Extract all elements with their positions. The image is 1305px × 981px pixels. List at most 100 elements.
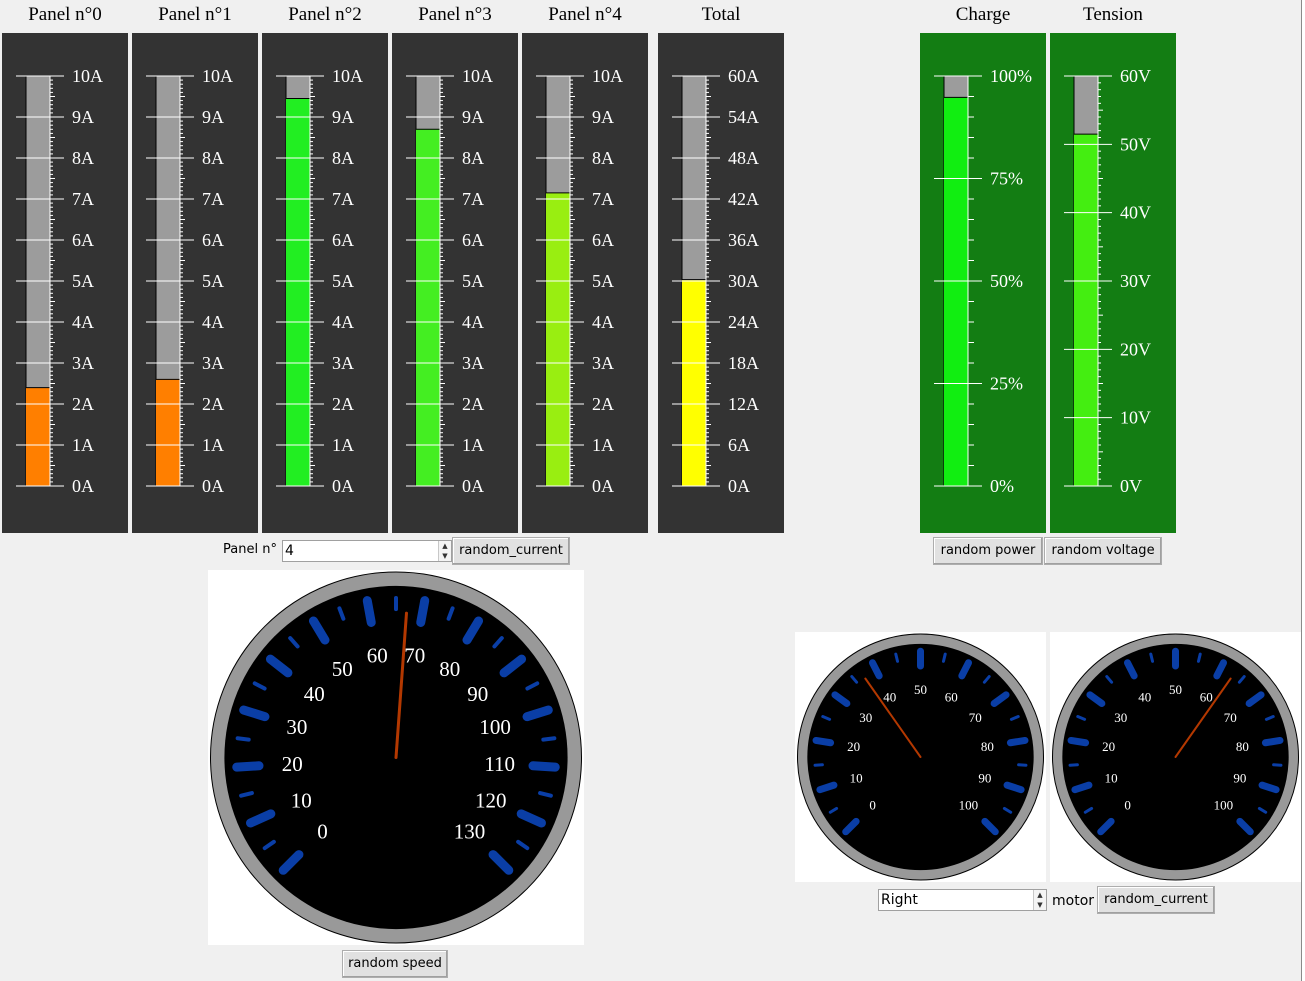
gauge-tick-label: 30V: [1120, 271, 1151, 291]
dial-minor-tick: [1196, 652, 1202, 663]
dial-minor-tick: [235, 736, 251, 742]
dial-tick-label: 30: [1114, 710, 1127, 725]
gauge-tick-label: 6A: [332, 230, 354, 250]
dial-major-tick: [362, 596, 376, 627]
gauge-tick-label: 10A: [462, 66, 493, 86]
motor-spin-down-icon[interactable]: ▼: [1034, 900, 1046, 910]
gauge-tick-label: 8A: [332, 148, 354, 168]
gauge-tick-label: 3A: [462, 353, 484, 373]
gauge-tick-label: 60V: [1120, 66, 1151, 86]
motor-select-spinbox[interactable]: Right ▲ ▼: [878, 889, 1047, 911]
gauge-tick-label: 2A: [202, 394, 224, 414]
gauge-tick-label: 2A: [72, 394, 94, 414]
gauge-tick-label: 8A: [202, 148, 224, 168]
panel-number-label: Panel n°: [223, 542, 277, 557]
gauge-fill: [682, 279, 706, 486]
gauge-background: [522, 33, 648, 533]
gauge-tick-label: 3A: [332, 353, 354, 373]
gauge-tick-label: 4A: [592, 312, 614, 332]
gauge-tick-label: 10V: [1120, 408, 1151, 428]
gauge-tick-label: 9A: [332, 107, 354, 127]
dial-tick-label: 60: [367, 644, 388, 668]
dial-minor-tick: [894, 652, 900, 663]
gauge-tick-label: 0V: [1120, 476, 1142, 496]
gauge-tick-label: 10A: [332, 66, 363, 86]
gauge-tick-label: 7A: [72, 189, 94, 209]
gauge-tick-label: 5A: [332, 271, 354, 291]
gauge-tick-label: 3A: [202, 353, 224, 373]
dial-major-tick: [232, 761, 264, 772]
gauge-tick-label: 50V: [1120, 134, 1151, 154]
dial-minor-tick: [538, 791, 553, 798]
gauge-title-panel-0: Panel n°0: [28, 4, 102, 25]
spin-down-icon[interactable]: ▼: [439, 551, 451, 561]
gauge-fill: [944, 97, 968, 486]
gauge-tick-label: 42A: [728, 189, 759, 209]
gauge-panel-1: 10A 9A 8A 7A 6A 5A 4A 3A 2A 1A 0A: [132, 33, 258, 533]
gauge-background: [1050, 33, 1176, 533]
dial-tick-label: 70: [1224, 710, 1237, 725]
dial-tick-label: 50: [1169, 682, 1182, 697]
gauge-tick-label: 8A: [592, 148, 614, 168]
spin-up-icon[interactable]: ▲: [439, 541, 451, 551]
random-current-button[interactable]: random_current: [452, 537, 570, 565]
dial-tick-label: 20: [282, 752, 303, 776]
dial-major-tick: [522, 705, 553, 722]
bargauge-svg: 10A 9A 8A 7A 6A 5A 4A 3A 2A 1A 0A: [2, 33, 128, 533]
gauge-tick-label: 50%: [990, 271, 1023, 291]
dial-major-tick: [1067, 736, 1090, 747]
random-voltage-button[interactable]: random voltage: [1044, 537, 1162, 565]
gauge-background: [2, 33, 128, 533]
window-edge: [1301, 0, 1305, 981]
dial-minor-tick: [239, 791, 254, 798]
gauge-title-tension: Tension: [1083, 4, 1143, 25]
dial-major-tick: [812, 736, 835, 747]
gauge-tick-label: 18A: [728, 353, 759, 373]
motor-spin-up-icon[interactable]: ▲: [1034, 890, 1046, 900]
gauge-tick-label: 9A: [462, 107, 484, 127]
dial-tick-label: 120: [475, 788, 507, 812]
dial-tick-label: 80: [1236, 739, 1249, 754]
dial-tick-label: 30: [859, 710, 872, 725]
gauge-tick-label: 4A: [462, 312, 484, 332]
dial-tick-label: 90: [1233, 770, 1246, 785]
gauge-tick-label: 3A: [72, 353, 94, 373]
gauge-tick-label: 5A: [202, 271, 224, 291]
dial-tick-label: 70: [404, 644, 425, 668]
gauge-title-charge: Charge: [955, 4, 1011, 25]
bargauge-svg: 60V 50V 40V 30V 20V 10V 0V: [1050, 33, 1176, 533]
motor-random-current-button[interactable]: random_current: [1097, 886, 1215, 914]
dial-tick-label: 90: [467, 682, 488, 706]
gauge-tick-label: 6A: [728, 435, 750, 455]
gauge-panel-4: 10A 9A 8A 7A 6A 5A 4A 3A 2A 1A 0A: [522, 33, 648, 533]
gauge-tick-label: 5A: [462, 271, 484, 291]
panel-number-spinbox[interactable]: 4 ▲ ▼: [282, 540, 452, 562]
gauge-tick-label: 0A: [72, 476, 94, 496]
gauge-tick-label: 3A: [592, 353, 614, 373]
dial-tick-label: 50: [332, 657, 353, 681]
gauge-tick-label: 9A: [72, 107, 94, 127]
gauge-background: [920, 33, 1046, 533]
gauge-fill: [546, 192, 570, 486]
random-power-button[interactable]: random power: [933, 537, 1043, 565]
gauge-tick-label: 0A: [202, 476, 224, 496]
gauge-tick-label: 40V: [1120, 203, 1151, 223]
motor-label: motor: [1052, 893, 1095, 909]
speedometer: 0 10 20 30 40 50 60 70 80 90 100 110 120 130: [208, 570, 584, 945]
gauge-tick-label: 4A: [202, 312, 224, 332]
dial-major-tick: [1071, 781, 1093, 794]
motor-spin-arrows[interactable]: ▲ ▼: [1033, 890, 1046, 910]
gauge-tick-label: 1A: [202, 435, 224, 455]
dial-minor-tick: [541, 736, 557, 742]
dial-tick-label: 110: [484, 752, 515, 776]
motor-right-svg: 0 10 20 30 40 50 60 70 80 90 100: [1052, 633, 1299, 881]
spin-arrows[interactable]: ▲ ▼: [438, 541, 451, 561]
dial-tick-label: 40: [883, 689, 896, 704]
gauge-tick-label: 10A: [72, 66, 103, 86]
gauge-fill: [1074, 134, 1098, 486]
dial-major-tick: [239, 705, 270, 722]
random-speed-button[interactable]: random speed: [342, 950, 448, 978]
dial-tick-label: 100: [1214, 797, 1234, 812]
dial-major-tick: [1261, 736, 1284, 747]
dial-tick-label: 40: [304, 682, 325, 706]
